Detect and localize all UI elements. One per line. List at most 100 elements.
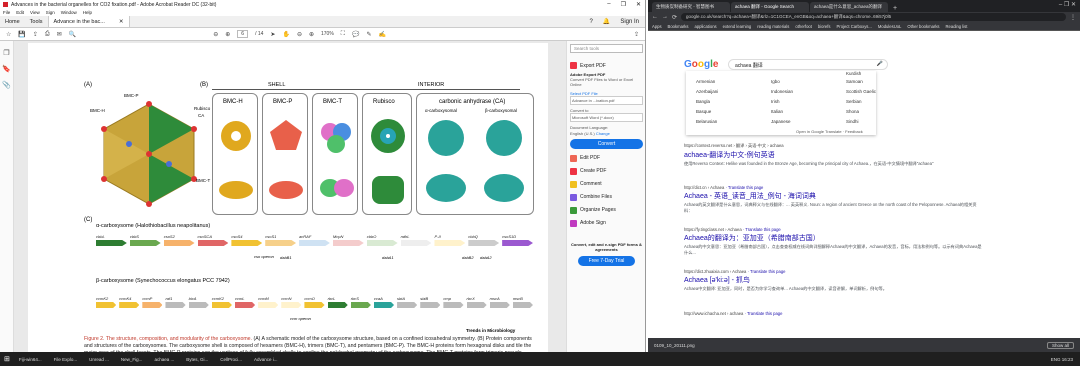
windows-start-icon[interactable]: ⊞ xyxy=(4,355,10,363)
tool-organize[interactable]: Organize Pages xyxy=(570,204,643,217)
taskbar-app[interactable]: achaea ... xyxy=(151,357,177,362)
tool-comment[interactable]: Comment xyxy=(570,178,643,191)
free-trial-button[interactable]: Free 7-Day Trial xyxy=(578,256,635,267)
extensions-icon[interactable]: ⋮ xyxy=(1070,14,1076,21)
browser-tab-2[interactable]: achaea 翻译 - Google Search xyxy=(731,2,809,12)
taskbar-app[interactable]: Fiji-win64... xyxy=(16,357,45,362)
mail-icon[interactable]: ✉ xyxy=(57,31,62,38)
translate-language-option[interactable]: Sindhi xyxy=(846,119,859,124)
format-select[interactable]: Microsoft Word (*.docx) xyxy=(570,113,643,123)
bookmark-item[interactable]: biorefs xyxy=(818,24,831,29)
menu-edit[interactable]: Edit xyxy=(16,10,24,15)
tool-edit-pdf[interactable]: Edit PDF xyxy=(570,152,643,165)
bookmark-item[interactable]: extend learning xyxy=(723,24,752,29)
tool-combine[interactable]: Combine Files xyxy=(570,191,643,204)
print-icon[interactable]: ⎙ xyxy=(45,31,50,38)
back-icon[interactable]: ← xyxy=(652,14,658,20)
taskbar-app[interactable]: Advance i... xyxy=(251,357,281,362)
lang-top[interactable]: Kurdish xyxy=(846,71,861,76)
close-icon[interactable]: ✕ xyxy=(636,1,641,8)
bookmark-item[interactable]: Other bookmarks xyxy=(907,24,939,29)
browser-tab-1[interactable]: 生物质炭制备研究 - 智慧图书 xyxy=(652,2,730,12)
translate-language-option[interactable]: Shona xyxy=(846,109,859,114)
menu-view[interactable]: View xyxy=(30,10,40,15)
translate-language-option[interactable]: Japanese xyxy=(771,119,791,124)
translate-language-option[interactable]: Scottish Gaelic xyxy=(846,89,876,94)
taskbar-app[interactable]: Unread ... xyxy=(86,357,112,362)
maximize-icon[interactable]: ❐ xyxy=(621,1,626,8)
tab-document[interactable]: Advance in the bac... ✕ xyxy=(47,16,130,27)
open-translate-link[interactable]: Open in Google Translate · Feedback xyxy=(796,129,863,134)
menu-file[interactable]: File xyxy=(3,10,10,15)
bookmark-item[interactable]: ModulesUoL xyxy=(878,24,902,29)
pen-icon[interactable]: ✎ xyxy=(366,31,371,38)
save-icon[interactable]: 💾 xyxy=(18,31,25,38)
translate-page-link[interactable]: · Translate this page xyxy=(742,227,781,232)
bell-icon[interactable]: 🔔 xyxy=(603,18,610,25)
translate-language-option[interactable]: Armenian xyxy=(696,79,715,84)
minimize-icon[interactable]: – xyxy=(607,1,610,8)
reload-icon[interactable]: ⟳ xyxy=(672,14,677,21)
translate-language-option[interactable]: Azerbaijani xyxy=(696,89,718,94)
attachment-icon[interactable]: 📎 xyxy=(0,81,13,89)
translate-language-option[interactable]: Samoan xyxy=(846,79,863,84)
bookmark-item[interactable]: otherfoot xyxy=(795,24,812,29)
bookmark-item[interactable]: Reading list xyxy=(946,24,968,29)
pages-icon[interactable]: ❐ xyxy=(0,49,13,57)
comment-icon[interactable]: 💬 xyxy=(352,31,359,38)
share-icon[interactable]: ⇪ xyxy=(634,31,639,38)
result-title[interactable]: Achaea的翻译为：亚加亚（希腊南部古国） xyxy=(684,233,984,243)
chrome-window-controls[interactable]: – ❐ ✕ xyxy=(1059,1,1076,8)
fit-icon[interactable]: ⛶ xyxy=(341,31,345,38)
mic-icon[interactable]: 🎤 xyxy=(877,61,883,67)
export-pdf-header[interactable]: Export PDF xyxy=(570,59,643,72)
zoom-in-icon[interactable]: ⊕ xyxy=(309,31,314,38)
google-search-input[interactable]: achaea 翻译 🎤 xyxy=(728,59,888,70)
bookmark-item[interactable]: Project Carboxys... xyxy=(837,24,872,29)
sign-in-link[interactable]: Sign In xyxy=(620,19,639,25)
bookmark-item[interactable]: reading materials xyxy=(757,24,789,29)
upload-icon[interactable]: ⇪ xyxy=(33,31,38,38)
next-page-icon[interactable]: ⊕ xyxy=(225,31,230,38)
star-icon[interactable]: ☆ xyxy=(6,31,11,38)
feedback-link[interactable]: Feedback xyxy=(845,129,863,134)
tab-home[interactable]: Home xyxy=(0,16,25,27)
result-title[interactable]: achaea-翻译为中文-例句英语 xyxy=(684,150,984,160)
download-item[interactable]: 0109_10_20111.png xyxy=(654,343,695,348)
bookmark-icon[interactable]: 🔖 xyxy=(0,65,13,73)
translate-language-option[interactable]: Igbo xyxy=(771,79,780,84)
translate-language-option[interactable]: Indonesian xyxy=(771,89,793,94)
translate-language-option[interactable]: Belarusian xyxy=(696,119,717,124)
zoom-select[interactable]: 170% xyxy=(321,31,334,37)
translate-page-link[interactable]: · Translate this page xyxy=(743,311,783,316)
taskbar-app[interactable]: File Explo... xyxy=(51,357,81,362)
bookmark-item[interactable]: Apps xyxy=(652,24,662,29)
url-bar[interactable]: google.co.uk/search?q=achaea+翻译&rlz=1C1G… xyxy=(681,13,1066,21)
close-tab-icon[interactable]: ✕ xyxy=(119,19,124,25)
zoom-out-icon[interactable]: ⊖ xyxy=(297,31,302,38)
taskbar-app[interactable]: CellProci... xyxy=(217,357,245,362)
translate-language-option[interactable]: Italian xyxy=(771,109,783,114)
sign-icon[interactable]: ✍ xyxy=(379,31,386,38)
bookmark-item[interactable]: Bookmarks xyxy=(668,24,689,29)
taskbar-app[interactable]: New_Fig... xyxy=(118,357,146,362)
bookmark-item[interactable]: applications xyxy=(695,24,717,29)
tool-create-pdf[interactable]: Create PDF xyxy=(570,165,643,178)
result-title[interactable]: Achaea [ə'ki:ə] - 抓鸟 xyxy=(684,275,984,285)
result-title[interactable]: Achaea - 英语_读音_用法_例句 - 海词词典 xyxy=(684,191,984,201)
tool-adobe-sign[interactable]: Adobe Sign xyxy=(570,217,643,230)
translate-language-option[interactable]: Basque xyxy=(696,109,711,114)
new-tab-icon[interactable]: + xyxy=(889,5,901,12)
translate-language-option[interactable]: Bangla xyxy=(696,99,710,104)
forward-icon[interactable]: → xyxy=(662,14,668,20)
translate-page-link[interactable]: · Translate this page xyxy=(746,269,786,274)
cursor-icon[interactable]: ➤ xyxy=(270,31,275,38)
change-lang-link[interactable]: Change xyxy=(596,131,610,136)
taskbar-clock[interactable]: ENG 16:23 xyxy=(1048,357,1076,362)
hand-icon[interactable]: ✋ xyxy=(282,31,289,38)
taskbar-app[interactable]: Bytes, Gi... xyxy=(183,357,211,362)
tab-tools[interactable]: Tools xyxy=(25,16,48,27)
help-icon[interactable]: ? xyxy=(589,19,592,25)
translate-language-option[interactable]: Serbian xyxy=(846,99,862,104)
google-logo[interactable]: Google xyxy=(684,59,718,70)
